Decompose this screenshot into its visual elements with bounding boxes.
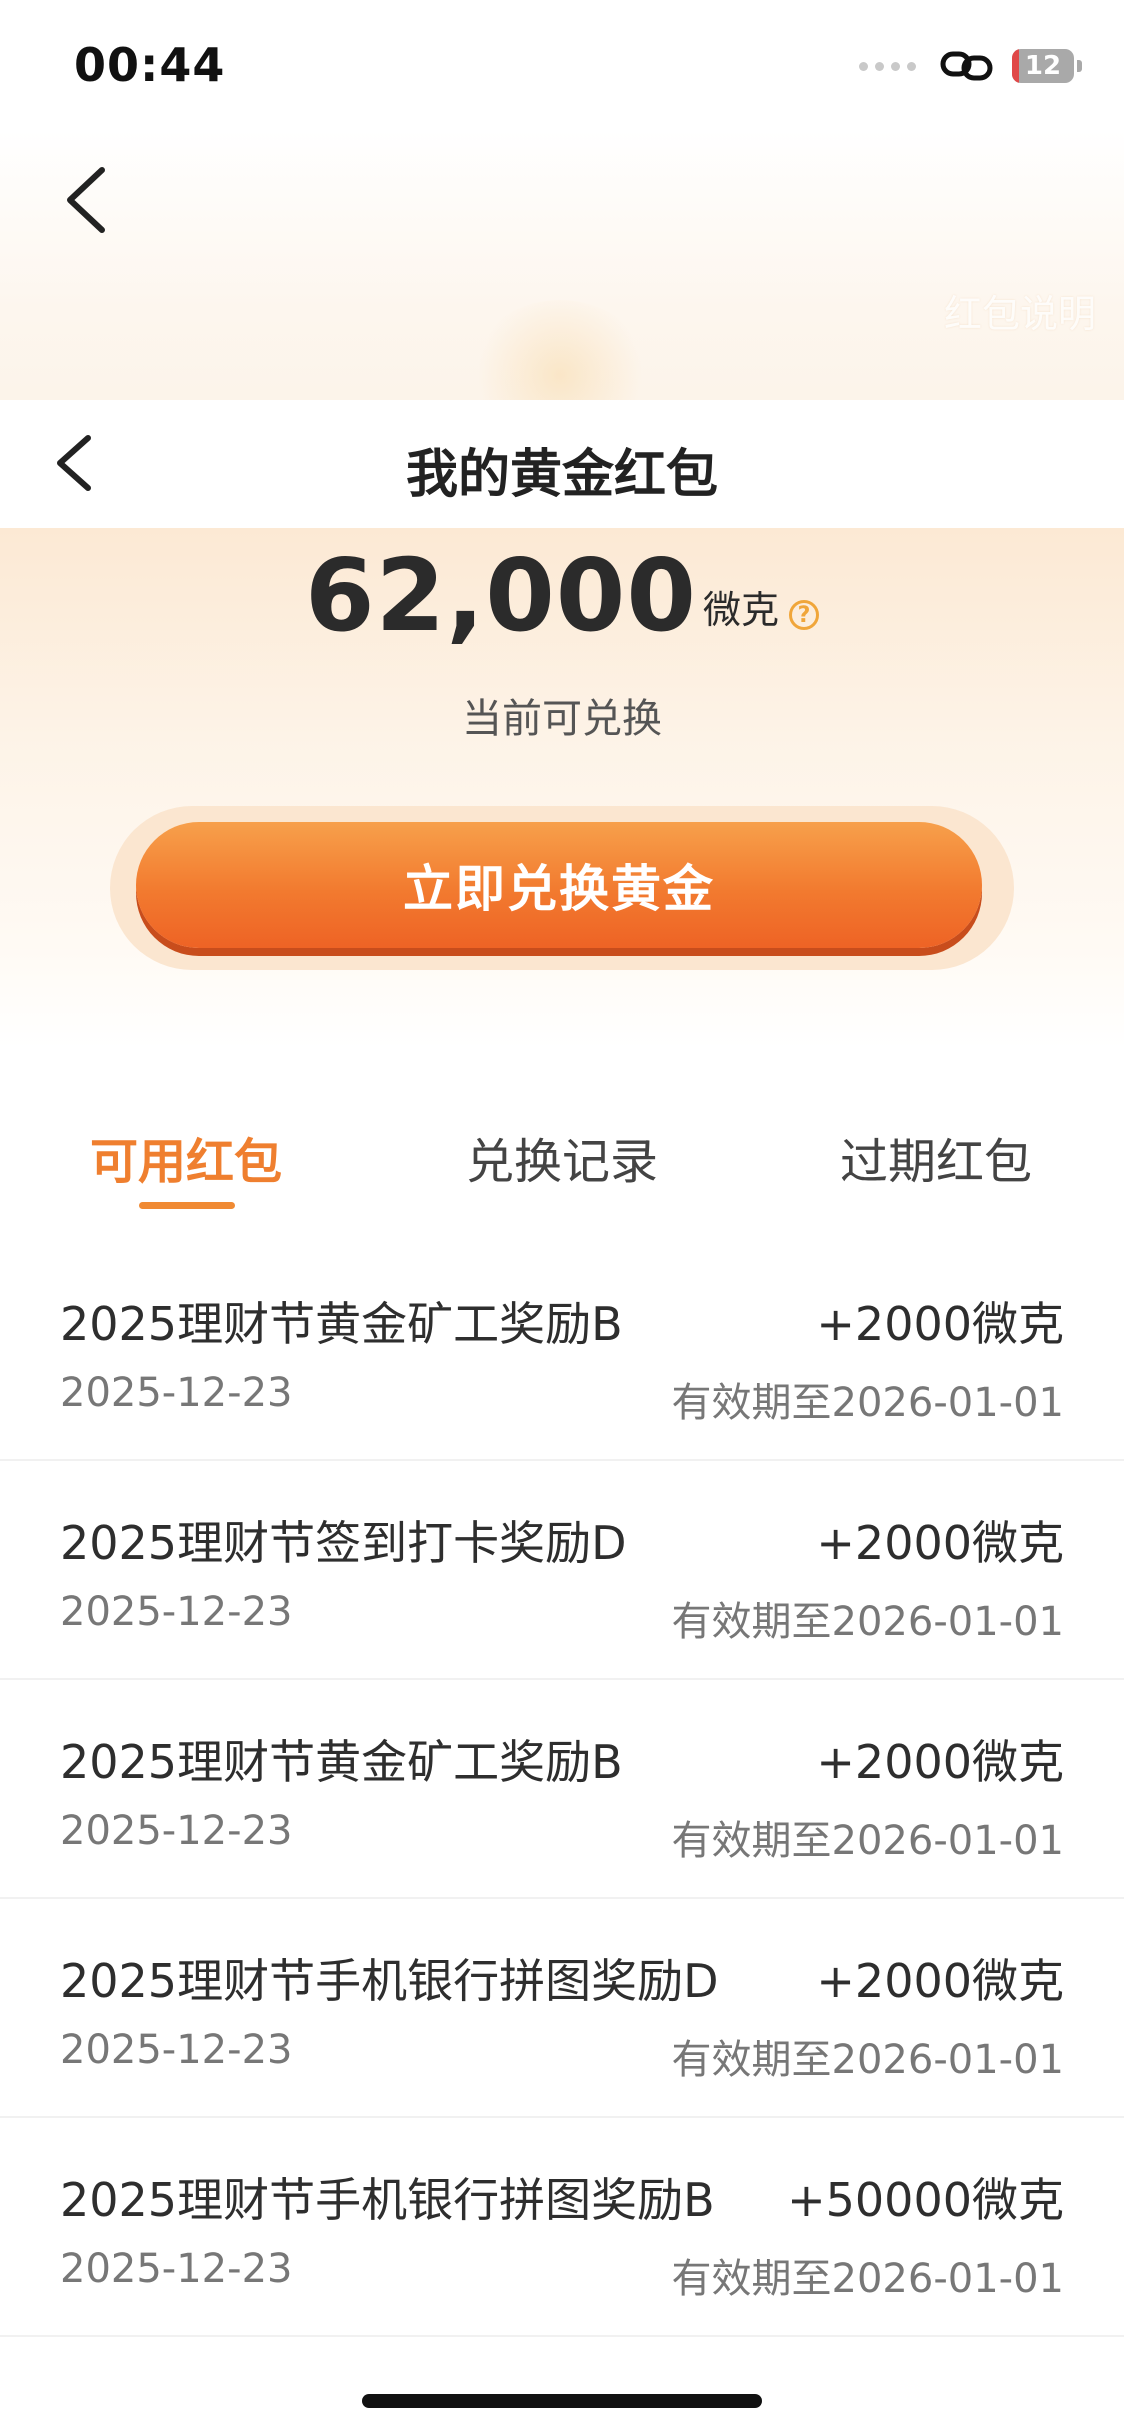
tab-exchange-history[interactable]: 兑换记录 <box>466 1122 658 1192</box>
list-item[interactable]: 2025理财节签到打卡奖励D +2000微克 2025-12-23 有效期至20… <box>0 1461 1124 1680</box>
status-bar: 00:44 12 <box>0 0 1124 130</box>
question-circle-icon[interactable]: ? <box>788 600 819 630</box>
item-date: 2025-12-23 <box>60 1370 293 1416</box>
item-title: 2025理财节手机银行拼图奖励B <box>60 2173 715 2227</box>
item-expiry: 有效期至2026-01-01 <box>671 2037 1064 2083</box>
page-title: 我的黄金红包 <box>405 445 718 505</box>
chevron-left-icon <box>67 167 105 233</box>
red-packet-list: 2025理财节黄金矿工奖励B +2000微克 2025-12-23 有效期至20… <box>0 1242 1124 2337</box>
item-expiry: 有效期至2026-01-01 <box>671 1818 1064 1864</box>
battery-level-fill <box>1012 49 1020 83</box>
item-expiry: 有效期至2026-01-01 <box>671 2256 1064 2302</box>
nav-bar: 我的黄金红包 <box>0 400 1124 528</box>
item-amount: +2000微克 <box>816 1735 1064 1789</box>
rules-link[interactable]: 红包说明 <box>944 283 1096 338</box>
amount-row: 62,000 微克 ? <box>0 546 1124 646</box>
status-icons: 12 <box>859 48 1082 84</box>
item-amount: +50000微克 <box>787 2173 1064 2227</box>
status-time: 00:44 <box>74 38 226 92</box>
list-item[interactable]: 2025理财节黄金矿工奖励B +2000微克 2025-12-23 有效期至20… <box>0 1680 1124 1899</box>
battery-level: 12 <box>1024 51 1062 81</box>
item-amount: +2000微克 <box>816 1297 1064 1351</box>
list-item[interactable]: 2025理财节手机银行拼图奖励D +2000微克 2025-12-23 有效期至… <box>0 1899 1124 2118</box>
list-item[interactable]: 2025理财节手机银行拼图奖励B +50000微克 2025-12-23 有效期… <box>0 2118 1124 2337</box>
item-date: 2025-12-23 <box>60 1808 293 1854</box>
amount-caption: 当前可兑换 <box>462 696 662 742</box>
home-indicator[interactable] <box>362 2394 762 2408</box>
outer-back-button[interactable] <box>58 160 118 240</box>
tab-available[interactable]: 可用红包 <box>90 1122 282 1192</box>
item-amount: +2000微克 <box>816 1516 1064 1570</box>
item-title: 2025理财节黄金矿工奖励B <box>60 1297 623 1351</box>
item-date: 2025-12-23 <box>60 2246 293 2292</box>
gold-amount: 62,000 <box>305 537 697 654</box>
item-title: 2025理财节手机银行拼图奖励D <box>60 1954 719 2008</box>
item-title: 2025理财节签到打卡奖励D <box>60 1516 627 1570</box>
amount-unit: 微克 <box>702 588 779 632</box>
item-expiry: 有效期至2026-01-01 <box>671 1380 1064 1426</box>
balance-summary: 62,000 微克 ? 当前可兑换 立即兑换黄金 <box>0 528 1124 1048</box>
list-item[interactable]: 2025理财节黄金矿工奖励B +2000微克 2025-12-23 有效期至20… <box>0 1242 1124 1461</box>
exchange-gold-button[interactable]: 立即兑换黄金 <box>136 822 982 948</box>
battery-cap <box>1077 60 1082 72</box>
item-date: 2025-12-23 <box>60 2027 293 2073</box>
item-date: 2025-12-23 <box>60 1589 293 1635</box>
signal-icon <box>859 61 916 71</box>
item-amount: +2000微克 <box>816 1954 1064 2008</box>
item-title: 2025理财节黄金矿工奖励B <box>60 1735 623 1789</box>
item-expiry: 有效期至2026-01-01 <box>671 1599 1064 1645</box>
tab-expired[interactable]: 过期红包 <box>840 1122 1032 1192</box>
battery-icon: 12 <box>1012 49 1074 83</box>
tab-bar: 可用红包 兑换记录 过期红包 <box>0 1108 1124 1209</box>
active-tab-indicator <box>139 1202 235 1209</box>
link-icon <box>940 51 993 81</box>
